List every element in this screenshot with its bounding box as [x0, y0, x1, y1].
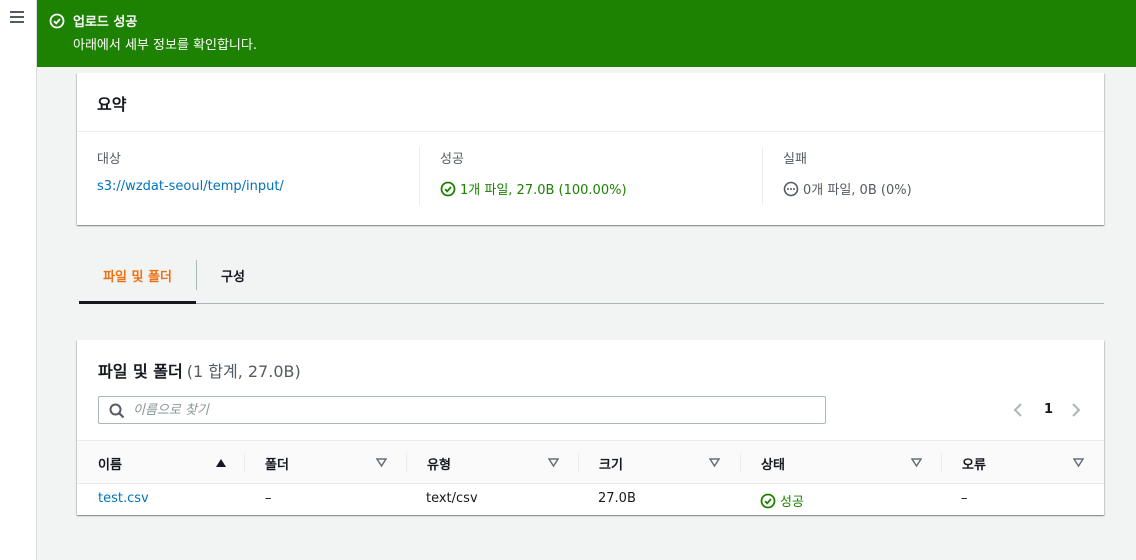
table-row: test.csv – text/csv 27.0B 성공 – [77, 484, 1104, 514]
tab-list: 파일 및 폴더 구성 [79, 248, 1104, 304]
flash-banner: 업로드 성공 아래에서 세부 정보를 확인합니다. [37, 0, 1136, 67]
column-divider [762, 147, 763, 205]
hamburger-icon[interactable] [10, 11, 24, 23]
column-divider [740, 453, 741, 473]
side-navigation [0, 0, 37, 560]
failed-label: 실패 [783, 152, 807, 167]
column-status-label: 상태 [761, 458, 785, 473]
files-header: 파일 및 폴더 (1 합계, 27.0B) [98, 358, 301, 382]
sort-icon [709, 458, 720, 467]
success-value: 1개 파일, 27.0B (100.00%) [460, 183, 627, 198]
column-error-label: 오류 [962, 458, 986, 473]
success-column: 성공 1개 파일, 27.0B (100.00%) [440, 148, 760, 206]
column-divider [244, 453, 245, 473]
column-header-size[interactable]: 크기 [599, 441, 739, 484]
search-icon [109, 403, 125, 419]
tab-files-and-folders[interactable]: 파일 및 폴더 [79, 248, 196, 304]
column-size-label: 크기 [599, 458, 623, 473]
destination-column: 대상 s3://wzdat-seoul/temp/input/ [97, 148, 417, 206]
page-number[interactable]: 1 [1044, 402, 1053, 417]
sort-icon [376, 458, 387, 467]
search-field[interactable] [98, 396, 826, 424]
check-circle-icon [49, 13, 65, 29]
file-error: – [961, 491, 968, 506]
failed-column: 실패 0개 파일, 0B (0%) [783, 148, 1083, 206]
files-title: 파일 및 폴더 [98, 362, 183, 381]
file-size: 27.0B [598, 491, 636, 506]
column-divider [406, 453, 407, 473]
sort-icon [548, 458, 559, 467]
chevron-right-icon[interactable] [1070, 402, 1082, 418]
column-name-label: 이름 [98, 458, 122, 473]
file-type: text/csv [426, 491, 478, 506]
column-divider [419, 147, 420, 205]
column-header-name[interactable]: 이름 [98, 441, 243, 484]
files-count: (1 합계, 27.0B) [186, 362, 301, 381]
file-name-link[interactable]: test.csv [98, 491, 149, 506]
table-header: 이름 폴더 유형 크기 상태 오류 [77, 440, 1104, 484]
column-header-error[interactable]: 오류 [962, 441, 1092, 484]
file-folder: – [265, 491, 272, 506]
sort-icon [911, 458, 922, 467]
files-panel: 파일 및 폴더(1 합계, 27.0B) 1 이름 폴더 유형 [77, 340, 1104, 515]
search-input[interactable] [133, 400, 813, 420]
column-header-folder[interactable]: 폴더 [265, 441, 387, 484]
check-circle-icon [440, 181, 456, 196]
column-type-label: 유형 [427, 458, 451, 473]
destination-link[interactable]: s3://wzdat-seoul/temp/input/ [97, 179, 284, 194]
file-status: 성공 [780, 495, 804, 510]
column-divider [941, 453, 942, 473]
ellipsis-circle-icon [783, 181, 799, 196]
check-circle-icon [760, 493, 776, 508]
success-label: 성공 [440, 152, 464, 167]
column-divider [578, 453, 579, 473]
flash-message: 아래에서 세부 정보를 확인합니다. [73, 38, 257, 53]
column-folder-label: 폴더 [265, 458, 289, 473]
sort-icon [1073, 458, 1084, 467]
destination-label: 대상 [97, 152, 121, 167]
tab-configuration[interactable]: 구성 [197, 248, 269, 304]
summary-title: 요약 [77, 73, 1104, 132]
chevron-left-icon[interactable] [1012, 402, 1024, 418]
failed-value: 0개 파일, 0B (0%) [803, 183, 912, 198]
column-header-type[interactable]: 유형 [427, 441, 577, 484]
summary-panel: 요약 대상 s3://wzdat-seoul/temp/input/ 성공 1개… [77, 73, 1104, 225]
flash-title: 업로드 성공 [73, 15, 138, 30]
sort-ascending-icon [216, 459, 226, 467]
column-header-status[interactable]: 상태 [761, 441, 922, 484]
